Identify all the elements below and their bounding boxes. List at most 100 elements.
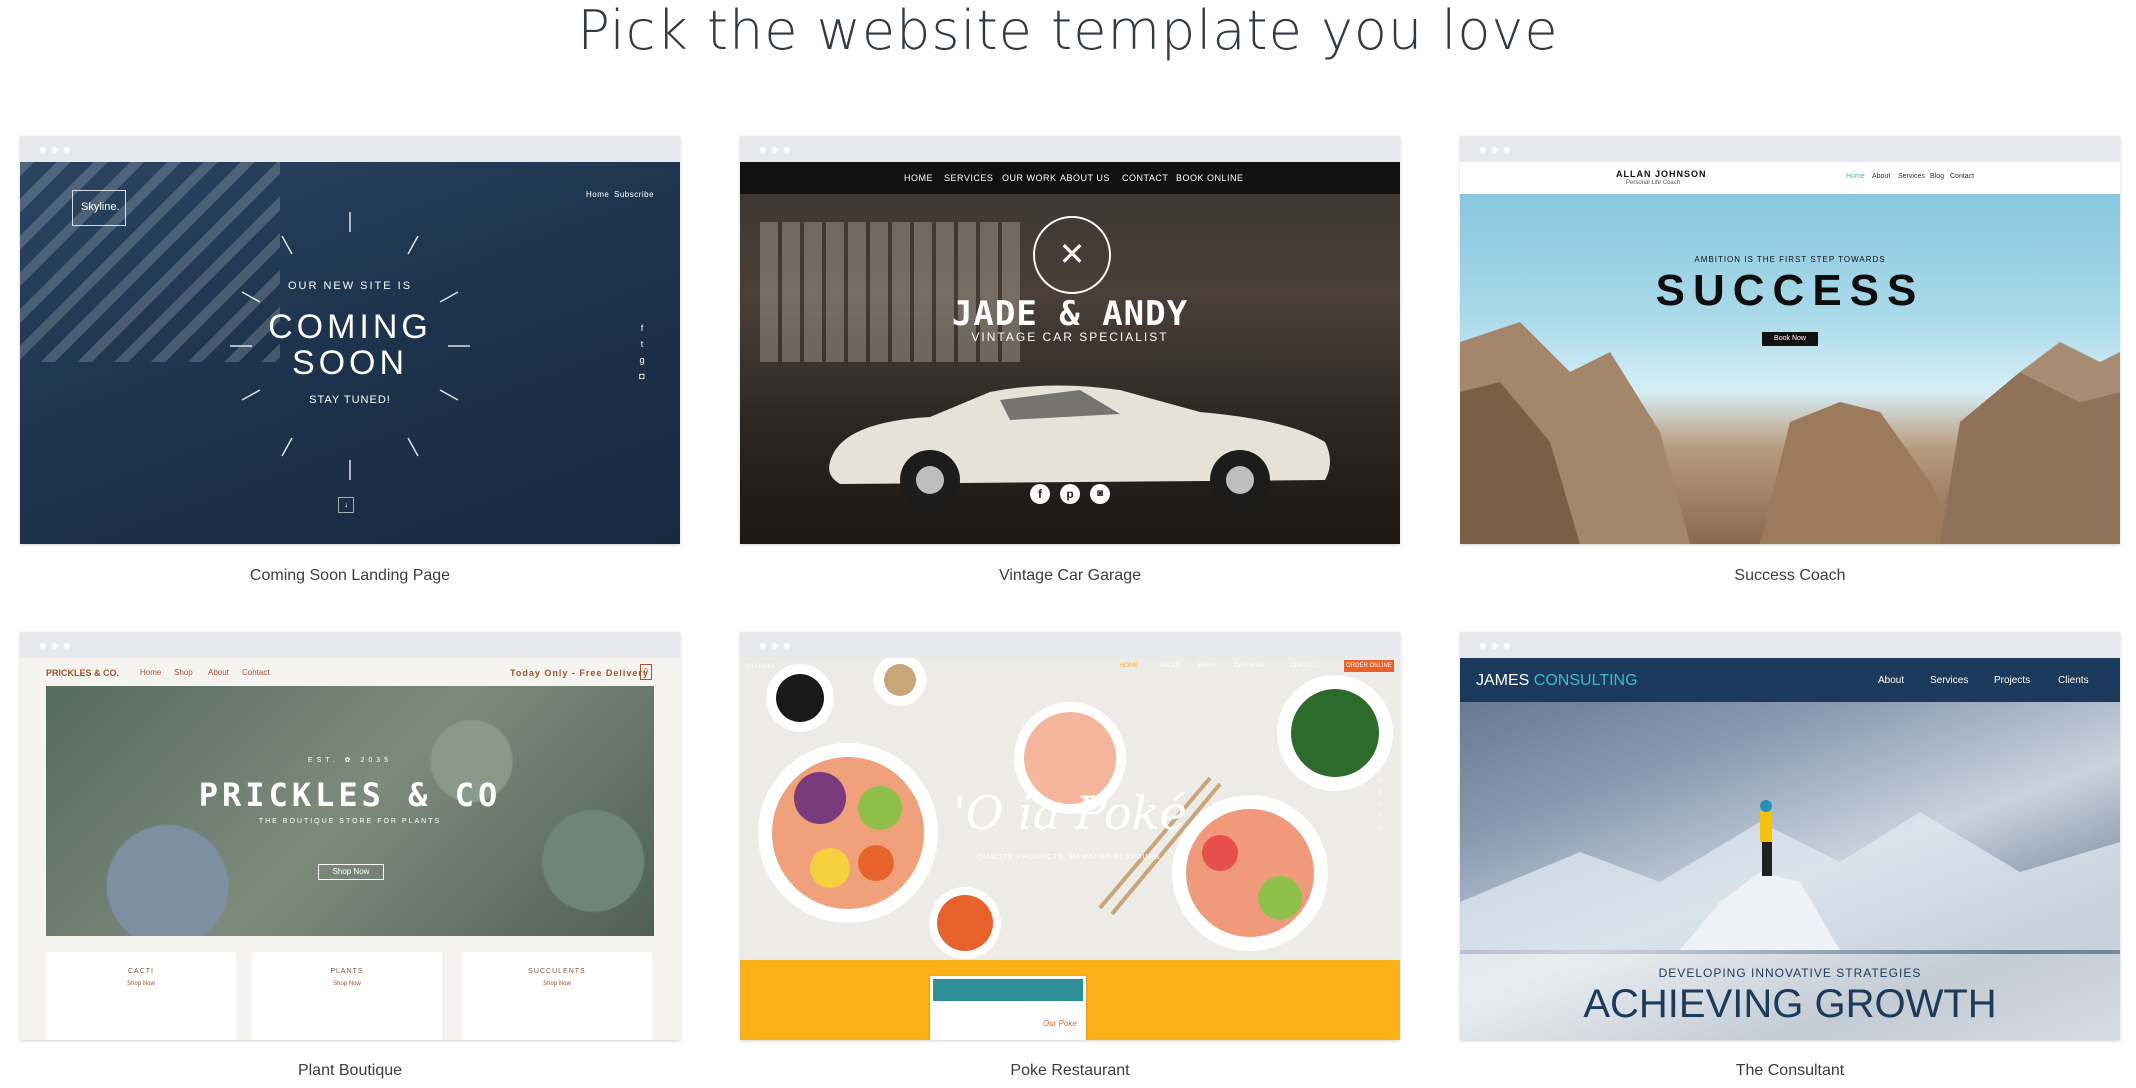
twitter-icon[interactable]: t xyxy=(636,336,648,352)
nav-home[interactable]: Home xyxy=(1846,173,1865,180)
template-card-the-consultant[interactable]: JAMES CONSULTING About Services Projects… xyxy=(1460,632,2120,1079)
template-preview[interactable]: HOME SERVICES OUR WORK ABOUT US CONTACT … xyxy=(740,136,1400,544)
menu-card: Our Poke xyxy=(930,976,1086,1040)
browser-chrome xyxy=(20,136,680,162)
facebook-icon[interactable]: f xyxy=(636,320,648,336)
nav-our-work[interactable]: OUR WORK xyxy=(1002,173,1057,183)
browser-chrome xyxy=(740,136,1400,162)
hero-subhead: QUALITY PRODUCTS. HAWAIIAN FLAVOURS. xyxy=(976,854,1164,861)
template-screenshot: JAMES CONSULTING About Services Projects… xyxy=(1460,658,2120,1040)
template-caption[interactable]: Success Coach xyxy=(1460,567,2120,585)
site-brand-sub: Personal Life Coach xyxy=(1626,180,1681,186)
template-caption[interactable]: The Consultant xyxy=(1460,1062,2120,1080)
template-screenshot: Skyline. Home Subscribe OUR NEW SITE IS … xyxy=(20,162,680,544)
template-preview[interactable]: O'IA POKE HOME ABOUT MENU CATERING CONTA… xyxy=(740,632,1400,1040)
site-logo: Skyline. xyxy=(72,190,126,226)
template-card-poke-restaurant[interactable]: O'IA POKE HOME ABOUT MENU CATERING CONTA… xyxy=(740,632,1400,1079)
nav-contact[interactable]: Contact xyxy=(242,668,270,677)
template-card-success-coach[interactable]: ALLAN JOHNSON Personal Life Coach Home A… xyxy=(1460,136,2120,584)
yelp-icon[interactable]: y xyxy=(1376,798,1384,810)
instagram-icon[interactable]: ◙ xyxy=(1090,484,1110,504)
template-screenshot: PRICKLES & CO. Home Shop About Contact T… xyxy=(20,658,680,1040)
hero-kicker: DEVELOPING INNOVATIVE STRATEGIES xyxy=(1658,966,1922,980)
social-icons: f t g ◘ xyxy=(636,320,648,384)
hero-subhead: THE BOUTIQUE STORE FOR PLANTS xyxy=(258,818,442,825)
instagram-icon[interactable]: ◘ xyxy=(636,368,648,384)
hero-headline-line-1: COMING xyxy=(268,308,432,346)
social-icons: f p o y t ◘ xyxy=(1376,762,1384,834)
template-preview[interactable]: Skyline. Home Subscribe OUR NEW SITE IS … xyxy=(20,136,680,544)
template-preview[interactable]: PRICKLES & CO. Home Shop About Contact T… xyxy=(20,632,680,1040)
browser-chrome xyxy=(740,632,1400,658)
nav-shop[interactable]: Shop xyxy=(174,668,193,677)
pinterest-icon[interactable]: p xyxy=(1376,774,1384,786)
header-bar: ALLAN JOHNSON Personal Life Coach Home A… xyxy=(1460,162,2120,194)
template-screenshot: O'IA POKE HOME ABOUT MENU CATERING CONTA… xyxy=(740,658,1400,1040)
nav-projects[interactable]: Projects xyxy=(1994,675,2030,686)
hero-banner: EST. ✿ 2035 PRICKLES & CO THE BOUTIQUE S… xyxy=(46,686,654,936)
nav-about[interactable]: About xyxy=(1878,675,1904,686)
browser-chrome xyxy=(20,632,680,658)
nav-services[interactable]: Services xyxy=(1930,675,1968,686)
instagram-icon[interactable]: ◘ xyxy=(1376,822,1384,834)
template-preview[interactable]: ALLAN JOHNSON Personal Life Coach Home A… xyxy=(1460,136,2120,544)
promo-banner: Today Only - Free Delivery xyxy=(510,668,649,678)
nav-blog[interactable]: Blog xyxy=(1930,173,1944,180)
category-card-plants[interactable]: PLANTS Shop Now xyxy=(252,952,442,1040)
nav-bar: JAMES CONSULTING About Services Projects… xyxy=(1460,658,2120,702)
nav-subscribe[interactable]: Subscribe xyxy=(614,190,654,199)
nav-book-online[interactable]: BOOK ONLINE xyxy=(1176,173,1244,183)
template-card-plant-boutique[interactable]: PRICKLES & CO. Home Shop About Contact T… xyxy=(20,632,680,1079)
template-preview[interactable]: JAMES CONSULTING About Services Projects… xyxy=(1460,632,2120,1040)
tripadvisor-icon[interactable]: o xyxy=(1376,786,1384,798)
book-now-button[interactable]: Book Now xyxy=(1762,332,1818,346)
template-caption[interactable]: Vintage Car Garage xyxy=(740,567,1400,585)
site-brand: PRICKLES & CO. xyxy=(46,668,120,678)
nav-services[interactable]: SERVICES xyxy=(944,173,993,183)
twitter-icon[interactable]: t xyxy=(1376,810,1384,822)
category-card-cacti[interactable]: CACTI Shop Now xyxy=(46,952,236,1040)
hero-kicker: AMBITION IS THE FIRST STEP TOWARDS xyxy=(1694,255,1886,264)
nav-about[interactable]: About xyxy=(1872,173,1890,180)
page-title: Pick the website template you love xyxy=(577,0,1559,62)
social-icons: f p ◙ xyxy=(1030,484,1114,506)
nav-services[interactable]: Services xyxy=(1898,173,1925,180)
hero-headline: 'O ia Poké xyxy=(953,786,1187,840)
nav-about[interactable]: About xyxy=(208,668,229,677)
wrench-logo-icon: ✕ xyxy=(1033,216,1111,294)
shop-now-button[interactable]: Shop Now xyxy=(318,864,384,880)
site-brand: ALLAN JOHNSON xyxy=(1616,169,1707,179)
hero-headline: ACHIEVING GROWTH xyxy=(1583,982,1997,1026)
mountain-image xyxy=(1460,322,2120,544)
nav-contact[interactable]: CONTACT xyxy=(1122,173,1168,183)
browser-chrome xyxy=(1460,632,2120,658)
nav-about-us[interactable]: ABOUT US xyxy=(1060,173,1110,183)
hero-tagline: STAY TUNED! xyxy=(309,394,391,406)
nav-home[interactable]: Home xyxy=(586,190,609,199)
browser-chrome xyxy=(1460,136,2120,162)
hero-headline: JADE & ANDY xyxy=(951,294,1189,334)
google-plus-icon[interactable]: g xyxy=(636,352,648,368)
nav-home[interactable]: Home xyxy=(140,668,161,677)
hero-headline-line-2: SOON xyxy=(291,344,409,382)
category-card-succulents[interactable]: SUCCULENTS Shop Now xyxy=(462,952,652,1040)
scroll-down-icon[interactable]: ↓ xyxy=(338,497,354,513)
pinterest-icon[interactable]: p xyxy=(1060,484,1080,504)
template-caption[interactable]: Poke Restaurant xyxy=(740,1062,1400,1080)
facebook-icon[interactable]: f xyxy=(1030,484,1050,504)
template-screenshot: HOME SERVICES OUR WORK ABOUT US CONTACT … xyxy=(740,162,1400,544)
hero-est: EST. ✿ 2035 xyxy=(307,757,393,764)
hero-headline: PRICKLES & CO xyxy=(198,776,502,814)
nav-contact[interactable]: Contact xyxy=(1950,173,1974,180)
template-caption[interactable]: Coming Soon Landing Page xyxy=(20,567,680,585)
hero-headline: SUCCESS xyxy=(1655,266,1925,315)
cart-icon[interactable]: 0 xyxy=(640,664,652,680)
hero-kicker: OUR NEW SITE IS xyxy=(287,280,413,292)
facebook-icon[interactable]: f xyxy=(1376,762,1384,774)
nav-clients[interactable]: Clients xyxy=(2058,675,2089,686)
template-caption[interactable]: Plant Boutique xyxy=(20,1062,680,1080)
nav-home[interactable]: HOME xyxy=(904,173,933,183)
template-card-coming-soon[interactable]: Skyline. Home Subscribe OUR NEW SITE IS … xyxy=(20,136,680,584)
site-brand: JAMES CONSULTING xyxy=(1476,672,1638,689)
template-card-vintage-car-garage[interactable]: HOME SERVICES OUR WORK ABOUT US CONTACT … xyxy=(740,136,1400,584)
